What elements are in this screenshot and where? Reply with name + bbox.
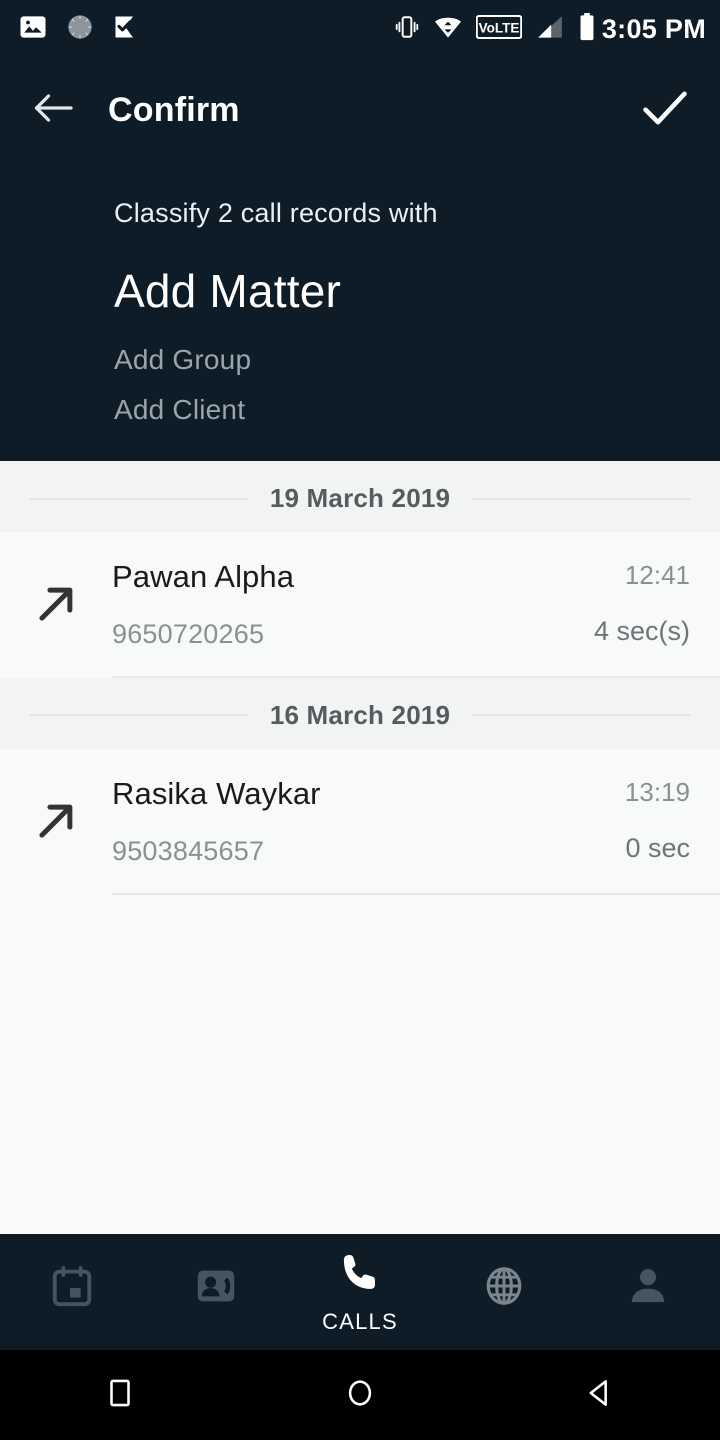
confirm-check-button[interactable] bbox=[636, 84, 694, 137]
call-record-row[interactable]: Rasika Waykar 9503845657 13:19 0 sec bbox=[0, 748, 720, 893]
status-bar-right-icons: VoLTE bbox=[394, 12, 596, 46]
nav-item-globe[interactable] bbox=[432, 1234, 576, 1350]
nav-item-profile[interactable] bbox=[576, 1234, 720, 1350]
outgoing-call-arrow-icon bbox=[0, 795, 112, 847]
call-records-list: 19 March 2019 Pawan Alpha 9650720265 12:… bbox=[0, 461, 720, 895]
recents-button[interactable] bbox=[0, 1376, 240, 1415]
globe-icon bbox=[482, 1264, 526, 1313]
volte-icon: VoLTE bbox=[475, 14, 523, 45]
system-navigation-bar bbox=[0, 1350, 720, 1440]
call-time: 13:19 bbox=[624, 777, 690, 808]
calendar-icon bbox=[49, 1263, 95, 1314]
home-circle-icon bbox=[343, 1376, 377, 1415]
caller-name: Rasika Waykar bbox=[112, 775, 321, 811]
list-empty-space bbox=[0, 894, 720, 1234]
svg-text:VoLTE: VoLTE bbox=[478, 20, 519, 35]
nav-item-calls[interactable]: CALLS bbox=[288, 1234, 432, 1350]
call-details: Rasika Waykar 9503845657 bbox=[112, 775, 625, 867]
phone-icon bbox=[337, 1250, 383, 1301]
classify-header: Classify 2 call records with Add Matter … bbox=[0, 163, 720, 461]
loading-spinner-icon bbox=[66, 13, 94, 46]
selected-classification[interactable]: Add Matter bbox=[0, 267, 720, 316]
date-label: 19 March 2019 bbox=[269, 483, 451, 513]
caller-number: 9650720265 bbox=[112, 618, 265, 649]
call-duration: 0 sec bbox=[625, 833, 690, 864]
nav-label-calls: CALLS bbox=[322, 1308, 398, 1334]
app-bar: Confirm bbox=[0, 58, 720, 163]
classification-option-add-group[interactable]: Add Group bbox=[0, 342, 720, 377]
date-divider-right bbox=[472, 714, 691, 717]
image-icon bbox=[18, 12, 48, 47]
nav-item-calendar[interactable] bbox=[0, 1234, 144, 1350]
classify-subtitle: Classify 2 call records with bbox=[114, 198, 438, 228]
status-bar-clock: 3:05 PM bbox=[601, 13, 706, 44]
date-header: 16 March 2019 bbox=[0, 677, 720, 749]
battery-icon bbox=[578, 12, 596, 46]
signal-icon bbox=[535, 14, 565, 45]
date-divider-left bbox=[30, 497, 248, 500]
date-label: 16 March 2019 bbox=[269, 699, 451, 730]
checkmark-flag-icon bbox=[112, 13, 140, 46]
status-bar: VoLTE 3:05 PM bbox=[0, 0, 720, 58]
date-divider-right bbox=[472, 497, 691, 500]
home-button[interactable] bbox=[240, 1376, 480, 1415]
back-arrow-icon[interactable] bbox=[32, 92, 74, 129]
contacts-icon bbox=[193, 1263, 239, 1314]
call-record-row[interactable]: Pawan Alpha 9650720265 12:41 4 sec(s) bbox=[0, 532, 720, 676]
call-time: 12:41 bbox=[624, 560, 690, 591]
wifi-icon bbox=[433, 14, 463, 45]
call-duration: 4 sec(s) bbox=[593, 616, 690, 647]
bottom-navigation: CALLS bbox=[0, 1234, 720, 1350]
status-bar-left-icons bbox=[18, 12, 140, 47]
phone-screen: VoLTE 3:05 PM Confirm Classify 2 call re… bbox=[0, 0, 720, 1440]
back-button[interactable] bbox=[480, 1376, 720, 1415]
caller-name: Pawan Alpha bbox=[112, 559, 295, 594]
nav-item-contacts[interactable] bbox=[144, 1234, 288, 1350]
call-meta: 13:19 0 sec bbox=[625, 777, 690, 864]
back-triangle-icon bbox=[583, 1376, 617, 1415]
recents-square-icon bbox=[103, 1376, 137, 1415]
vibrate-icon bbox=[394, 14, 420, 45]
classification-option-add-client[interactable]: Add Client bbox=[0, 392, 720, 427]
outgoing-call-arrow-icon bbox=[0, 578, 112, 630]
call-meta: 12:41 4 sec(s) bbox=[594, 560, 690, 647]
date-header: 19 March 2019 bbox=[0, 461, 720, 532]
person-icon bbox=[625, 1263, 671, 1314]
caller-number: 9503845657 bbox=[112, 835, 265, 866]
page-title: Confirm bbox=[108, 91, 240, 129]
date-divider-left bbox=[30, 714, 248, 717]
call-details: Pawan Alpha 9650720265 bbox=[112, 558, 594, 650]
